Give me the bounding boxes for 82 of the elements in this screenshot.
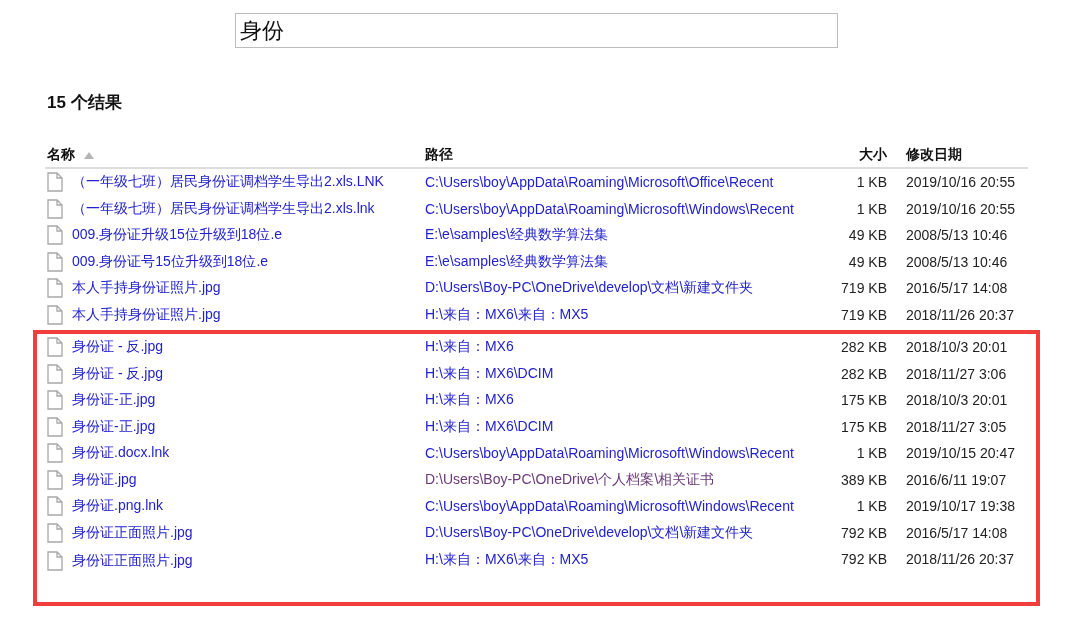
file-size: 792 KB [841, 551, 887, 567]
file-path-link[interactable]: H:\来自：MX6\DCIM [425, 417, 554, 436]
modified-date: 2019/10/17 19:38 [906, 498, 1015, 515]
modified-date: 2019/10/15 20:47 [906, 445, 1015, 462]
file-name-link[interactable]: 身份证 - 反.jpg [72, 364, 163, 383]
column-header[interactable]: 名称 [47, 146, 75, 164]
file-path-link[interactable]: D:\Users\Boy-PC\OneDrive\develop\文档\新建文件夹 [425, 523, 754, 542]
file-size: 1 KB [856, 200, 887, 217]
modified-date: 2016/5/17 14:08 [906, 280, 1008, 297]
file-name-link[interactable]: 009.身份证号15位升级到18位.e [72, 252, 269, 271]
file-name-link[interactable]: 本人手持身份证照片.jpg [72, 305, 221, 324]
file-size: 282 KB [841, 365, 887, 382]
modified-date: 2016/6/11 19:07 [906, 471, 1007, 488]
file-icon [47, 363, 63, 384]
file-path-link[interactable]: C:\Users\boy\AppData\Roaming\Microsoft\Office\Recent [425, 174, 774, 191]
file-name-link[interactable]: 身份证 - 反.jpg [72, 338, 163, 357]
file-path-link[interactable]: E:\e\samples\经典数学算法集 [425, 226, 608, 245]
file-size: 1 KB [856, 174, 887, 191]
file-size: 1 KB [856, 498, 887, 515]
file-size: 1 KB [856, 445, 887, 462]
column-header[interactable]: 路径 [425, 146, 453, 164]
file-size: 719 KB [841, 280, 887, 297]
file-path-link[interactable]: H:\来自：MX6 [425, 338, 514, 357]
file-path-link[interactable]: H:\来自：MX6\来自：MX5 [425, 551, 589, 569]
modified-date: 2018/11/27 3:05 [906, 418, 1007, 435]
file-icon [47, 551, 63, 571]
modified-date: 2008/5/13 10:46 [906, 253, 1008, 270]
file-icon [47, 416, 63, 437]
file-size: 175 KB [841, 418, 887, 435]
file-name-link[interactable]: 本人手持身份证照片.jpg [72, 279, 221, 298]
file-icon [47, 522, 63, 543]
file-size: 792 KB [841, 524, 887, 541]
file-name-link[interactable]: 身份证.jpg [72, 470, 137, 489]
modified-date: 2018/11/26 20:37 [906, 306, 1014, 323]
file-name-link[interactable]: 身份证正面照片.jpg [72, 523, 193, 542]
file-icon [47, 469, 63, 490]
file-name-link[interactable]: （一年级七班）居民身份证调档学生导出2.xls.LNK [72, 173, 384, 192]
file-path-link[interactable]: C:\Users\boy\AppData\Roaming\Microsoft\Windows\Recent [425, 498, 794, 515]
file-name-link[interactable]: 身份证-正.jpg [72, 391, 156, 410]
file-path-link[interactable]: H:\来自：MX6 [425, 391, 514, 410]
file-icon [47, 225, 63, 246]
modified-date: 2019/10/16 20:55 [906, 200, 1015, 217]
file-path-link[interactable]: E:\e\samples\经典数学算法集 [425, 252, 608, 271]
modified-date: 2016/5/17 14:08 [906, 524, 1008, 541]
sort-ascending-icon [84, 151, 94, 159]
modified-date: 2018/11/27 3:06 [906, 365, 1007, 382]
file-path-link[interactable]: H:\来自：MX6\来自：MX5 [425, 305, 589, 324]
file-size: 49 KB [848, 227, 887, 244]
file-icon [47, 172, 63, 193]
modified-date: 2018/11/26 20:37 [906, 551, 1014, 567]
file-size: 49 KB [848, 253, 887, 270]
column-header[interactable]: 大小 [859, 146, 887, 164]
file-name-link[interactable]: （一年级七班）居民身份证调档学生导出2.xls.lnk [72, 199, 375, 218]
modified-date: 2008/5/13 10:46 [906, 227, 1008, 244]
file-name-link[interactable]: 身份证-正.jpg [72, 417, 156, 436]
file-name-link[interactable]: 身份证.docx.lnk [72, 444, 170, 463]
file-name-link[interactable]: 009.身份证升级15位升级到18位.e [72, 226, 283, 245]
file-name-link[interactable]: 身份证正面照片.jpg [72, 552, 193, 570]
file-icon [47, 337, 63, 358]
file-size: 175 KB [841, 392, 887, 409]
file-size: 389 KB [841, 471, 887, 488]
modified-date: 2018/10/3 20:01 [906, 339, 1008, 356]
search-field[interactable]: 身份 [235, 13, 838, 48]
file-path-link[interactable]: H:\来自：MX6\DCIM [425, 364, 554, 383]
file-icon [47, 496, 63, 517]
file-icon [47, 278, 63, 299]
file-icon [47, 251, 63, 272]
file-icon [47, 390, 63, 411]
file-icon [47, 443, 63, 464]
file-size: 282 KB [841, 339, 887, 356]
file-icon [47, 304, 63, 325]
file-icon [47, 198, 63, 219]
file-name-link[interactable]: 身份证.png.lnk [72, 497, 164, 516]
file-path-link[interactable]: C:\Users\boy\AppData\Roaming\Microsoft\Windows\Recent [425, 445, 794, 462]
modified-date: 2019/10/16 20:55 [906, 174, 1015, 191]
file-path-link[interactable]: D:\Users\Boy-PC\OneDrive\develop\文档\新建文件夹 [425, 279, 754, 298]
file-path-link[interactable]: D:\Users\Boy-PC\OneDrive\个人档案\相关证书 [425, 470, 715, 489]
modified-date: 2018/10/3 20:01 [906, 392, 1008, 409]
file-path-link[interactable]: C:\Users\boy\AppData\Roaming\Microsoft\Windows\Recent [425, 200, 794, 217]
column-header[interactable]: 修改日期 [906, 146, 962, 164]
file-size: 719 KB [841, 306, 887, 323]
results-heading: 15 个结果 [47, 92, 123, 114]
